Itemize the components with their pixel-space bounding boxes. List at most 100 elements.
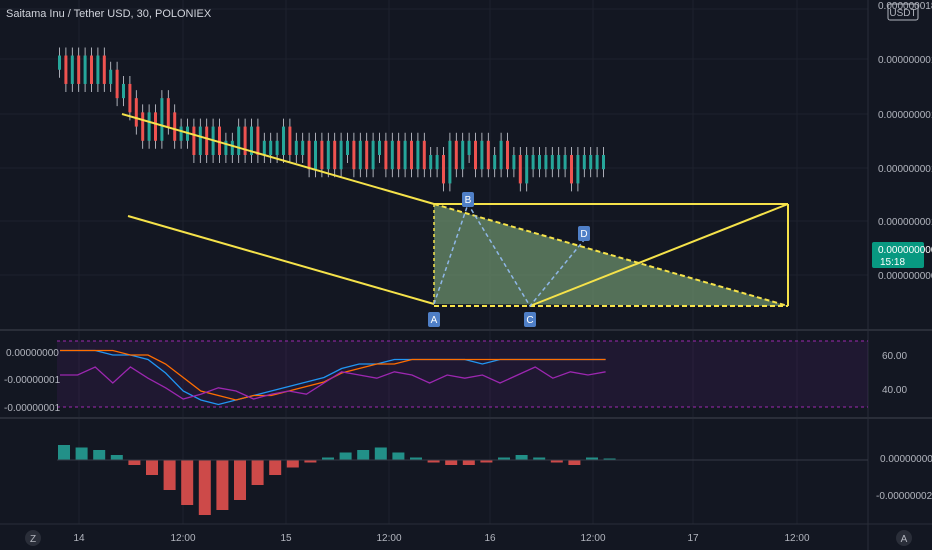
chart-title[interactable]: Saitama Inu / Tether USD, 30, POLONIEX xyxy=(6,8,212,20)
candle-31 xyxy=(256,126,260,155)
histogram-bar-8 xyxy=(198,460,211,515)
histogram-bar-18 xyxy=(374,447,387,460)
candle-48 xyxy=(365,140,369,170)
point-label-d[interactable]: D xyxy=(578,226,590,241)
candle-78 xyxy=(557,155,561,170)
price-tick-2: 0.0000000014 xyxy=(878,110,932,121)
osc-left-tick-2: -0.00000001 xyxy=(4,403,61,414)
hist-tick-1: -0.00000002 xyxy=(876,491,932,502)
price-tick-5: 0.0000000008 xyxy=(878,271,932,282)
price-tick-4: 0.0000000010 xyxy=(878,217,932,228)
candle-65 xyxy=(474,140,477,170)
candle-27 xyxy=(230,140,234,155)
candle-22 xyxy=(198,126,202,155)
candle-0 xyxy=(58,55,61,70)
candle-8 xyxy=(109,69,113,84)
candle-4 xyxy=(83,55,87,84)
osc-left-tick-0: 0.00000000 xyxy=(6,348,59,359)
histogram-bar-0 xyxy=(58,445,70,460)
trading-chart[interactable]: A B C D Saitama Inu / Tether USD, 30, PO… xyxy=(0,0,932,550)
candle-51 xyxy=(384,140,388,170)
histogram-bar-10 xyxy=(234,460,246,500)
candle-53 xyxy=(397,140,401,170)
candle-58 xyxy=(429,155,433,170)
price-tick-3: 0.0000000012 xyxy=(878,164,932,175)
time-tick-7: 12:00 xyxy=(784,533,809,544)
point-label-a[interactable]: A xyxy=(428,312,440,327)
histogram-bar-23 xyxy=(462,460,475,465)
timezone-button[interactable]: Z xyxy=(25,530,41,546)
candle-16 xyxy=(160,98,164,141)
candle-66 xyxy=(480,140,484,170)
point-label-c-text: C xyxy=(526,315,533,326)
histogram-bar-9 xyxy=(216,460,229,510)
chart-canvas[interactable]: A B C D Saitama Inu / Tether USD, 30, PO… xyxy=(0,0,932,550)
time-tick-3: 12:00 xyxy=(376,533,401,544)
time-tick-2: 15 xyxy=(280,533,292,544)
candle-39 xyxy=(307,140,311,170)
candle-45 xyxy=(346,140,349,155)
histogram-bar-11 xyxy=(251,460,264,485)
candle-44 xyxy=(339,140,343,170)
candle-54 xyxy=(403,140,407,170)
histogram-bar-5 xyxy=(146,460,158,475)
auto-scale-button[interactable]: A xyxy=(896,530,912,546)
candle-1 xyxy=(64,55,68,84)
candle-17 xyxy=(166,98,170,127)
hist-tick-0: 0.00000000 xyxy=(880,454,932,465)
candle-11 xyxy=(128,83,132,113)
candle-7 xyxy=(102,55,106,84)
candle-40 xyxy=(314,140,317,170)
histogram-bar-4 xyxy=(128,460,141,465)
candle-84 xyxy=(595,155,599,170)
candle-18 xyxy=(173,112,177,141)
histogram-bar-1 xyxy=(75,447,88,460)
candle-60 xyxy=(442,155,445,184)
histogram-bar-3 xyxy=(110,455,123,460)
point-label-d-text: D xyxy=(580,229,587,240)
candle-64 xyxy=(467,140,471,155)
time-tick-4: 16 xyxy=(484,533,496,544)
candle-35 xyxy=(282,126,285,155)
candle-68 xyxy=(493,155,497,170)
point-label-c[interactable]: C xyxy=(524,312,536,327)
time-tick-6: 17 xyxy=(687,533,699,544)
candle-32 xyxy=(262,140,266,155)
candle-42 xyxy=(326,140,330,170)
price-tick-1: 0.0000000016 xyxy=(878,55,932,66)
auto-scale-icon: A xyxy=(901,534,908,545)
candle-80 xyxy=(570,155,573,184)
candle-19 xyxy=(179,126,183,141)
candle-63 xyxy=(461,140,465,170)
histogram-bar-6 xyxy=(163,460,176,490)
candle-49 xyxy=(371,140,375,170)
candle-82 xyxy=(582,155,586,170)
candle-50 xyxy=(378,140,381,155)
candle-46 xyxy=(352,140,356,170)
candle-57 xyxy=(422,140,426,170)
candle-61 xyxy=(448,140,452,184)
candle-5 xyxy=(90,55,93,84)
bar-countdown: 15:18 xyxy=(880,257,905,268)
point-label-b[interactable]: B xyxy=(462,192,474,207)
candle-34 xyxy=(275,140,279,155)
candle-2 xyxy=(70,55,74,84)
candle-75 xyxy=(538,155,541,170)
histogram-bar-16 xyxy=(339,452,352,460)
time-tick-1: 12:00 xyxy=(170,533,195,544)
candle-47 xyxy=(358,140,362,170)
histogram-bar-29 xyxy=(568,460,581,465)
candle-9 xyxy=(115,69,119,99)
histogram-bar-2 xyxy=(93,450,106,460)
current-price-value: 0.0000000009 xyxy=(878,245,932,256)
candle-37 xyxy=(294,140,298,155)
time-tick-0: 14 xyxy=(73,533,85,544)
candle-85 xyxy=(602,155,605,170)
candle-43 xyxy=(333,140,337,170)
histogram-bar-22 xyxy=(445,460,458,465)
candle-71 xyxy=(512,155,516,170)
histogram-bar-19 xyxy=(392,452,405,460)
candle-33 xyxy=(269,140,273,155)
candle-76 xyxy=(544,155,548,170)
candle-77 xyxy=(550,155,554,170)
